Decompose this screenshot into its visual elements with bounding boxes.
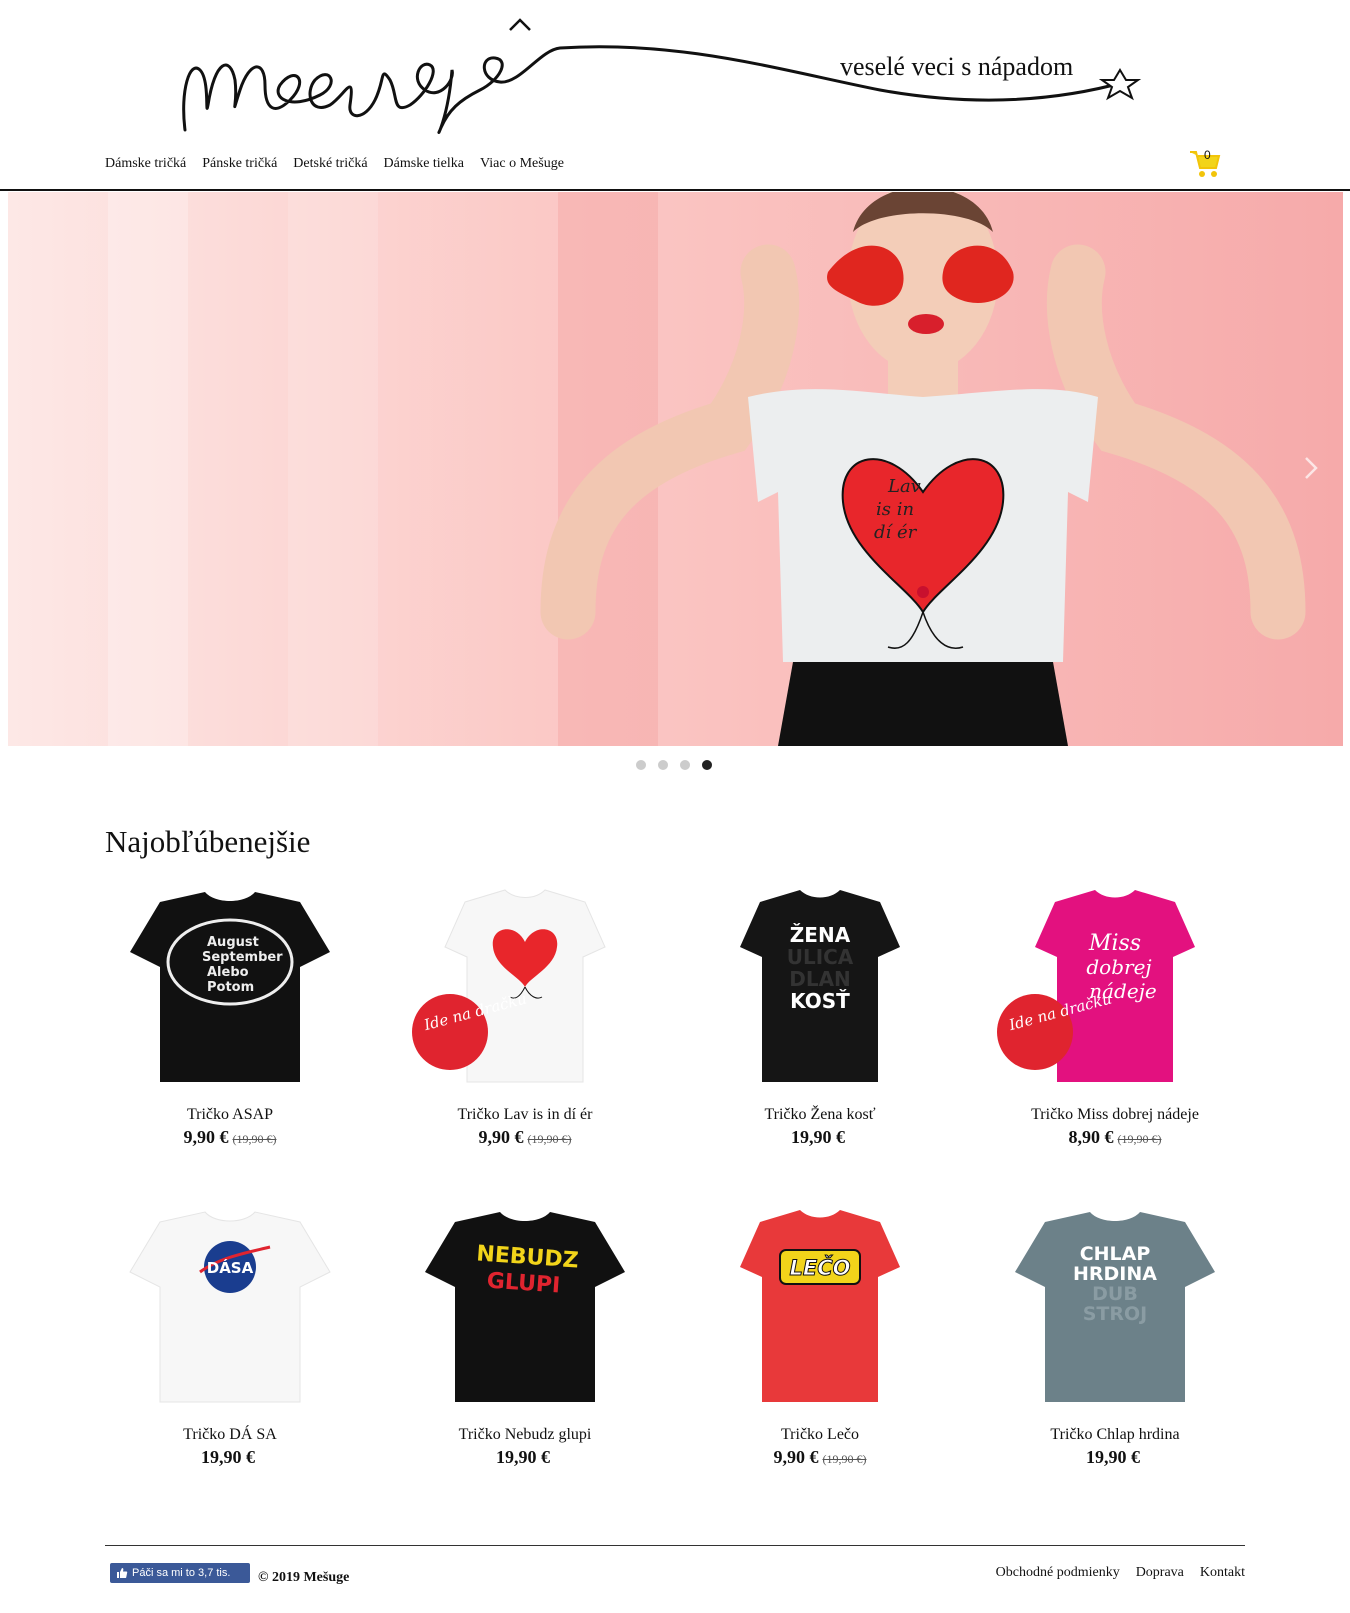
product-card[interactable]: Miss dobrej nádeje Ide na dračku Tričko … [995,882,1235,1148]
cart-count: 0 [1204,148,1211,162]
cart-button[interactable]: 0 [1188,146,1224,180]
product-card[interactable]: ŽENA ULICA DLAN KOSŤ Tričko Žena kosť 19… [700,882,940,1148]
footer-divider [105,1545,1245,1546]
product-name[interactable]: Tričko Lečo [700,1426,940,1444]
facebook-like-label: Páči sa mi to 3,7 tis. [132,1567,231,1579]
print-line: dobrej [1086,955,1151,979]
print-line: CHLAP [1080,1243,1151,1265]
slider-dot-2[interactable] [658,760,668,770]
print-line: Alebo [207,965,249,980]
product-card[interactable]: LEČO Tričko Lečo 9,90 € (19,90 €) [700,1202,940,1468]
nav-viac-o-mesuge[interactable]: Viac o Mešuge [480,156,564,172]
product-price: 8,90 € (19,90 €) [1068,1127,1162,1147]
print-line: KOSŤ [790,989,850,1013]
product-image: ŽENA ULICA DLAN KOSŤ [700,882,940,1092]
product-image: Ide na dračku [405,882,645,1092]
hero-shirt-line-3: dí ér [874,522,918,543]
print-line: DÁSA [207,1258,254,1277]
section-title: Najobľúbenejšie [105,824,311,859]
footer-links: Obchodné podmienky Doprava Kontakt [996,1565,1245,1581]
slider-dot-1[interactable] [636,760,646,770]
product-name[interactable]: Tričko Miss dobrej nádeje [995,1106,1235,1124]
product-name[interactable]: Tričko ASAP [110,1106,350,1124]
product-price: 19,90 € [201,1447,255,1467]
product-image: August September Alebo Potom [110,882,350,1092]
hero-shirt-line-1: Lav [887,476,921,497]
print-line: August [207,935,259,950]
print-line: DUB [1092,1283,1138,1305]
nav-damske-tricka[interactable]: Dámske tričká [105,156,186,172]
slider-dot-4[interactable] [702,760,712,770]
product-price: 19,90 € [1086,1447,1140,1467]
print-line: HRDINA [1073,1263,1157,1285]
product-price: 9,90 € (19,90 €) [478,1127,572,1147]
product-card[interactable]: August September Alebo Potom Tričko ASAP… [110,882,350,1148]
product-image: CHLAP HRDINA DUB STROJ [995,1202,1235,1412]
product-old-price: (19,90 €) [527,1132,572,1146]
print-line: ULICA [787,945,854,969]
print-line: ŽENA [790,923,851,947]
product-card[interactable]: Ide na dračku Tričko Lav is in dí ér 9,9… [405,882,645,1148]
main-nav: Dámske tričká Pánske tričká Detské tričk… [105,156,564,172]
print-line: Potom [207,980,254,995]
product-name[interactable]: Tričko Nebudz glupi [405,1426,645,1444]
product-old-price: (19,90 €) [1117,1132,1162,1146]
product-name[interactable]: Tričko Žena kosť [700,1106,940,1124]
print-line: STROJ [1083,1303,1148,1325]
site-tagline: veselé veci s nápadom [840,52,1074,81]
product-old-price: (19,90 €) [822,1452,867,1466]
print-line: GLUPI [486,1268,561,1298]
slider-dots [636,760,712,770]
product-image: NEBUDZ GLUPI [405,1202,645,1412]
product-price: 9,90 € (19,90 €) [183,1127,277,1147]
print-line: September [202,950,283,965]
print-line: LEČO [790,1255,851,1280]
product-old-price: (19,90 €) [232,1132,277,1146]
product-price: 19,90 € [496,1447,550,1467]
slider-dot-3[interactable] [680,760,690,770]
copyright: © 2019 Mešuge [258,1570,350,1585]
nav-damske-tielka[interactable]: Dámske tielka [384,156,464,172]
hero-image: Lav is in dí ér [8,192,1343,746]
product-card[interactable]: DÁSA Tričko DÁ SA 19,90 € [110,1202,350,1468]
print-line: DLAN [789,967,851,991]
footer-link-obchodne-podmienky[interactable]: Obchodné podmienky [996,1565,1120,1581]
hero-shirt-line-2: is in [876,499,914,520]
hero-slider[interactable]: Lav is in dí ér [8,192,1343,746]
nav-panske-tricka[interactable]: Pánske tričká [202,156,277,172]
product-image: LEČO [700,1202,940,1412]
facebook-like-button[interactable]: Páči sa mi to 3,7 tis. [110,1563,250,1583]
product-card[interactable]: NEBUDZ GLUPI Tričko Nebudz glupi 19,90 € [405,1202,645,1468]
print-line: Miss [1088,931,1141,956]
chevron-right-icon [1305,457,1318,479]
nav-detske-tricka[interactable]: Detské tričká [293,156,367,172]
thumbs-up-icon [117,1568,128,1578]
product-price: 19,90 € [791,1127,845,1147]
header-divider [0,189,1350,191]
product-image: DÁSA [110,1202,350,1412]
hero-next-arrow[interactable] [1300,450,1324,486]
product-image: Miss dobrej nádeje Ide na dračku [995,882,1235,1092]
product-price: 9,90 € (19,90 €) [773,1447,867,1467]
product-name[interactable]: Tričko Lav is in dí ér [405,1106,645,1124]
footer-link-kontakt[interactable]: Kontakt [1200,1565,1245,1581]
footer-link-doprava[interactable]: Doprava [1136,1565,1184,1581]
product-card[interactable]: CHLAP HRDINA DUB STROJ Tričko Chlap hrdi… [995,1202,1235,1468]
product-name[interactable]: Tričko DÁ SA [110,1426,350,1444]
product-name[interactable]: Tričko Chlap hrdina [995,1426,1235,1444]
